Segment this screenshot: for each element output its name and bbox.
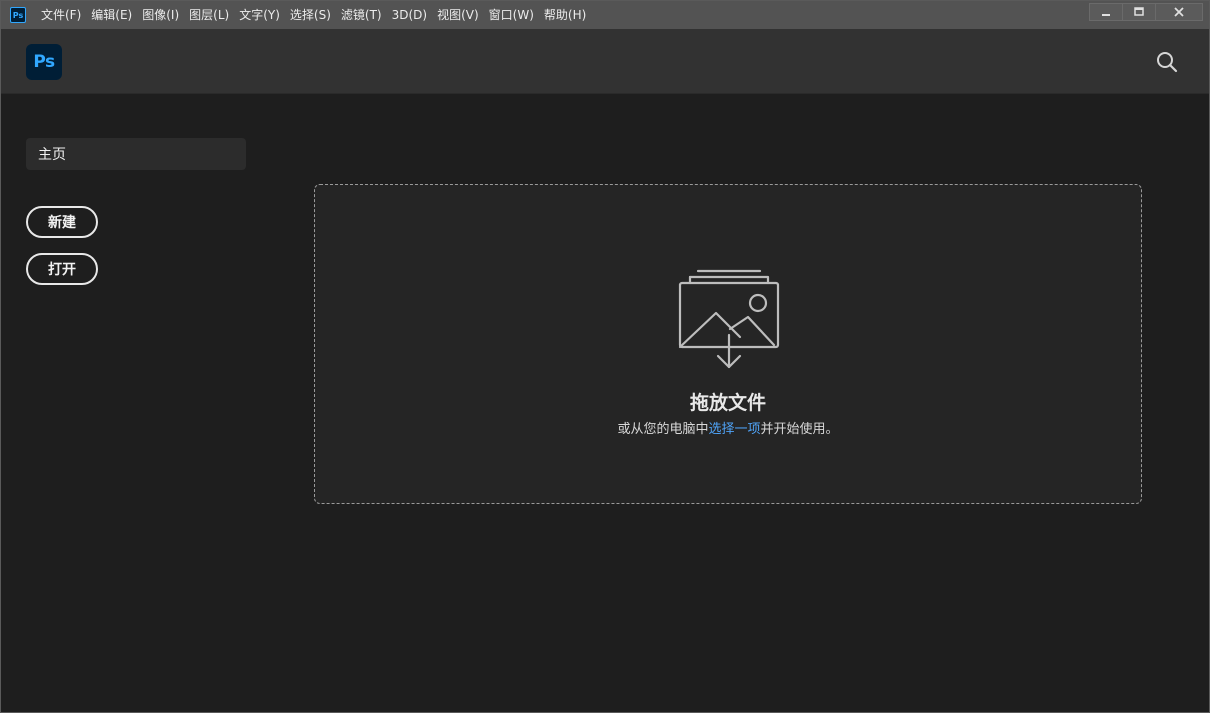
menu-help[interactable]: 帮助(H) [539,1,591,29]
photoshop-logo: Ps [26,44,62,80]
choose-file-link[interactable]: 选择一项 [708,422,760,437]
search-icon [1157,52,1178,73]
close-icon [1174,7,1184,17]
close-button[interactable] [1155,3,1203,21]
drop-subtitle-before: 或从您的电脑中 [617,422,709,437]
logo-text: Ps [33,52,55,72]
menu-layer[interactable]: 图层(L) [184,1,234,29]
home-header: Ps [1,29,1209,94]
menu-edit[interactable]: 编辑(E) [86,1,137,29]
sidebar-item-label: 主页 [38,147,66,163]
open-button[interactable]: 打开 [26,253,98,285]
menu-image[interactable]: 图像(I) [137,1,184,29]
sidebar-item-home[interactable]: 主页 [26,138,246,170]
search-button[interactable] [1155,50,1179,74]
image-drop-icon [678,269,780,369]
minimize-icon [1102,14,1110,16]
photoshop-window: Ps 文件(F) 编辑(E) 图像(I) 图层(L) 文字(Y) 选择(S) 滤… [0,0,1210,713]
menu-3d[interactable]: 3D(D) [387,1,432,29]
menu-view[interactable]: 视图(V) [432,1,484,29]
menu-bar: Ps 文件(F) 编辑(E) 图像(I) 图层(L) 文字(Y) 选择(S) 滤… [1,1,1209,29]
maximize-button[interactable] [1122,3,1156,21]
menu-select[interactable]: 选择(S) [285,1,336,29]
window-controls [1089,3,1203,21]
minimize-button[interactable] [1089,3,1123,21]
menu-file[interactable]: 文件(F) [36,1,86,29]
drop-zone-subtitle: 或从您的电脑中选择一项并开始使用。 [315,418,1141,437]
menu-window[interactable]: 窗口(W) [484,1,539,29]
menu-type[interactable]: 文字(Y) [234,1,285,29]
app-icon[interactable]: Ps [10,7,26,23]
new-button[interactable]: 新建 [26,206,98,238]
drop-subtitle-after: 并开始使用。 [760,422,839,437]
maximize-icon [1134,7,1144,16]
file-drop-zone[interactable]: 拖放文件 或从您的电脑中选择一项并开始使用。 [314,184,1142,504]
menu-filter[interactable]: 滤镜(T) [336,1,387,29]
drop-zone-title: 拖放文件 [689,392,766,414]
